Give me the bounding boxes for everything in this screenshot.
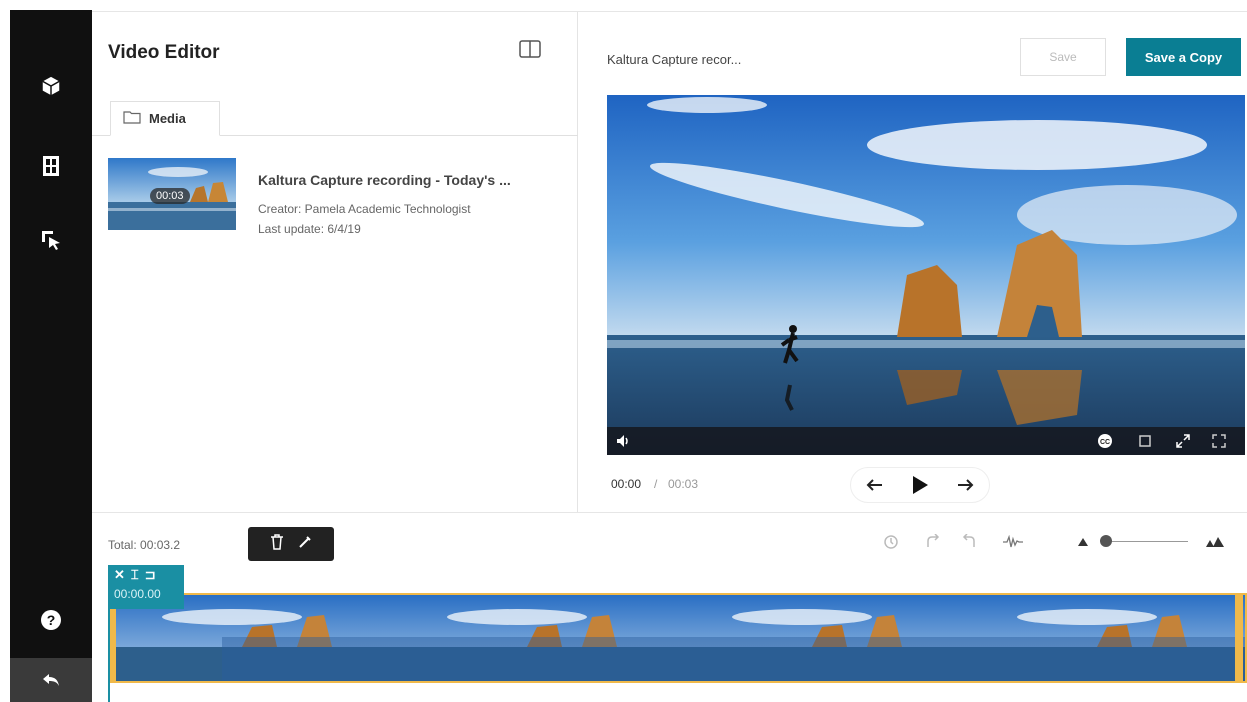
tab-media-label: Media (149, 111, 186, 126)
zoom-track (1104, 541, 1188, 542)
video-frame (607, 95, 1245, 455)
save-copy-button[interactable]: Save a Copy (1126, 38, 1241, 76)
tab-media[interactable]: Media (110, 101, 220, 136)
play-button[interactable] (905, 470, 935, 500)
playback-controls (850, 467, 990, 503)
save-button[interactable]: Save (1020, 38, 1106, 76)
timeline: Total: 00:03.2 ✕⌶⊐ 00:00.00 (92, 512, 1247, 702)
video-control-bar: CC (607, 427, 1245, 455)
settings-icon[interactable] (1137, 433, 1153, 454)
top-strip (92, 0, 1247, 12)
total-time: 00:03 (668, 477, 699, 491)
help-icon[interactable]: ? (10, 600, 92, 640)
video-editor-app: ? Video Editor Media 00:03 Kaltura Captu… (0, 0, 1247, 702)
film-icon[interactable] (10, 146, 92, 186)
duration-badge: 00:03 (150, 188, 190, 204)
waveform-icon[interactable] (1002, 531, 1024, 553)
step-back-button[interactable] (859, 470, 889, 500)
media-last-update: Last update: 6/4/19 (258, 222, 361, 236)
trim-handle-right[interactable] (1235, 593, 1243, 683)
clip-tools: ✕⌶⊐ 00:00.00 (108, 565, 184, 609)
playhead[interactable] (108, 565, 110, 702)
fullscreen-icon[interactable] (1211, 433, 1227, 454)
svg-text:?: ? (47, 612, 56, 628)
expand-icon[interactable] (1175, 433, 1191, 454)
media-title[interactable]: Kaltura Capture recording - Today's ... (258, 172, 511, 188)
filmstrip-frames (112, 595, 1245, 681)
zoom-slider-handle[interactable] (1100, 535, 1112, 547)
media-panel: Video Editor Media 00:03 Kaltura Capture… (92, 12, 578, 512)
step-forward-button[interactable] (951, 470, 981, 500)
back-icon[interactable] (10, 658, 92, 702)
zoom-out-icon[interactable] (1072, 531, 1094, 553)
clip-time: 00:00.00 (114, 587, 161, 601)
svg-text:CC: CC (1100, 439, 1110, 446)
reset-icon[interactable] (880, 531, 902, 553)
zoom-in-icon[interactable] (1204, 531, 1226, 553)
pointer-icon[interactable] (10, 220, 92, 260)
total-duration: Total: 00:03.2 (108, 538, 181, 552)
clip-actions-popup (248, 527, 334, 561)
media-list-item[interactable]: 00:03 Kaltura Capture recording - Today'… (108, 158, 558, 238)
captions-icon[interactable]: CC (1097, 433, 1113, 454)
player-panel: Kaltura Capture recor... Save Save a Cop… (578, 12, 1247, 512)
layout-toggle-icon[interactable] (519, 40, 541, 58)
edit-icon[interactable] (298, 535, 312, 554)
folder-icon (123, 110, 141, 127)
arrow-left-icon (866, 479, 882, 491)
player-title: Kaltura Capture recor... (607, 52, 742, 67)
cut-trim-icons[interactable]: ✕⌶⊐ (114, 567, 162, 583)
play-icon (913, 476, 928, 494)
media-thumbnail: 00:03 (108, 158, 236, 230)
redo-icon[interactable] (922, 531, 944, 553)
clip-filmstrip[interactable] (110, 593, 1247, 683)
page-title: Video Editor (108, 42, 220, 63)
volume-icon[interactable] (615, 433, 631, 454)
current-time: 00:00 (611, 477, 642, 491)
video-player[interactable]: CC (607, 95, 1245, 455)
time-separator: / (654, 477, 658, 491)
delete-icon[interactable] (270, 533, 284, 555)
sidebar: ? (10, 10, 92, 702)
cube-icon[interactable] (10, 66, 92, 106)
media-creator: Creator: Pamela Academic Technologist (258, 202, 471, 216)
undo-icon[interactable] (958, 531, 980, 553)
arrow-right-icon (958, 479, 974, 491)
